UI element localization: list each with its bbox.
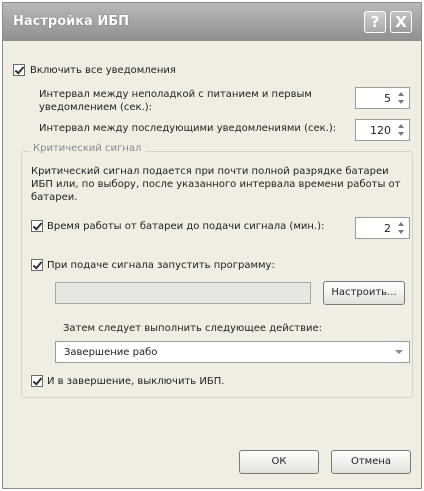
program-path-field[interactable] (55, 282, 311, 304)
ups-settings-dialog: Настройка ИБП ? X Включить все уведомлен… (2, 2, 422, 489)
title-bar[interactable]: Настройка ИБП ? X (3, 3, 421, 41)
then-action-label: Затем следует выполнить следующее действ… (63, 323, 323, 334)
help-button[interactable]: ? (364, 11, 386, 33)
run-program-checkbox[interactable] (31, 259, 43, 271)
battery-time-checkbox[interactable] (31, 220, 43, 232)
interval-next-label: Интервал между последующими уведомлениям… (39, 123, 337, 134)
ok-button[interactable]: ОК (239, 450, 319, 474)
interval-next-spinner[interactable]: 120 (355, 119, 410, 141)
shutdown-ups-checkbox[interactable] (31, 375, 43, 387)
interval-first-value: 5 (384, 92, 391, 105)
close-button[interactable]: X (390, 11, 412, 33)
action-select[interactable]: Завершение рабо (55, 341, 410, 363)
spin-arrows-icon[interactable] (395, 122, 407, 138)
chevron-down-icon[interactable] (391, 344, 407, 360)
battery-time-value: 2 (384, 222, 391, 235)
cancel-button[interactable]: Отмена (331, 450, 411, 474)
enable-notifications-checkbox[interactable] (13, 64, 25, 76)
run-program-label: При подаче сигнала запустить программу: (47, 260, 275, 271)
action-select-value: Завершение рабо (64, 347, 158, 358)
interval-next-value: 120 (370, 124, 391, 137)
battery-time-spinner[interactable]: 2 (355, 217, 410, 239)
battery-time-label: Время работы от батареи до подачи сигнал… (47, 221, 325, 232)
critical-alarm-legend: Критический сигнал (29, 143, 146, 154)
critical-alarm-description: Критический сигнал подается при почти по… (31, 166, 401, 203)
interval-first-spinner[interactable]: 5 (355, 87, 410, 109)
spin-arrows-icon[interactable] (395, 220, 407, 236)
shutdown-ups-label: И в завершение, выключить ИБП. (47, 376, 225, 387)
configure-button[interactable]: Настроить... (323, 281, 405, 305)
spin-arrows-icon[interactable] (395, 90, 407, 106)
interval-first-label: Интервал между неполадкой с питанием и п… (39, 89, 312, 113)
enable-notifications-label: Включить все уведомления (30, 65, 176, 76)
window-title: Настройка ИБП (13, 14, 130, 29)
